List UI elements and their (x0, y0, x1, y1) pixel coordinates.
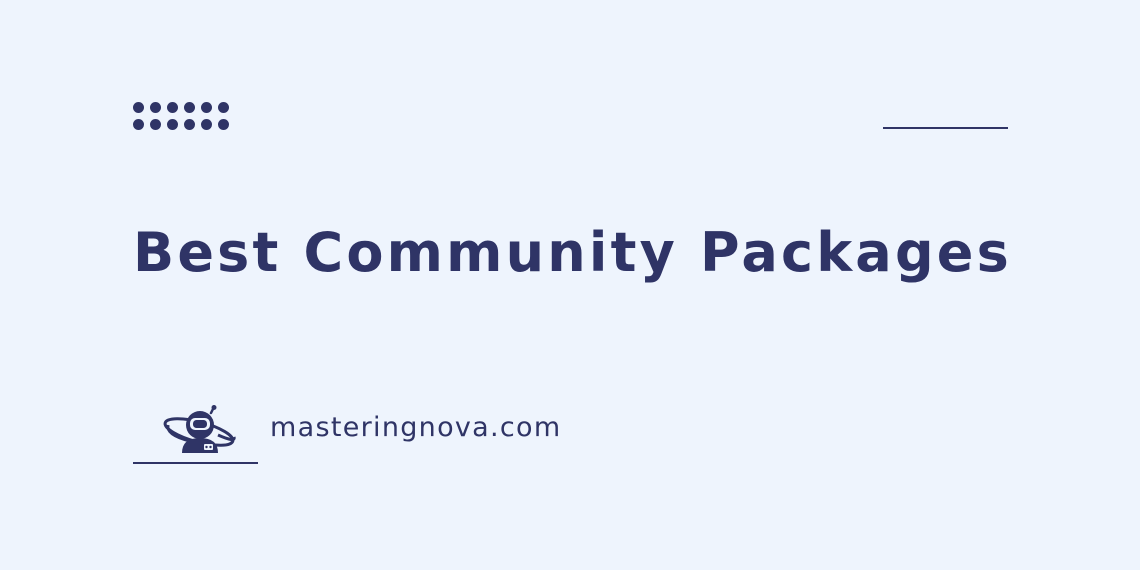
top-right-rule (883, 127, 1008, 129)
decoration-dot (150, 102, 161, 113)
site-url: masteringnova.com (270, 412, 562, 443)
decoration-dot (218, 119, 229, 130)
decoration-dot (184, 102, 195, 113)
decoration-dot (133, 119, 144, 130)
decoration-dot (184, 119, 195, 130)
page-title: Best Community Packages (133, 221, 1012, 284)
decoration-dot (201, 102, 212, 113)
decoration-dot (133, 102, 144, 113)
decoration-dot (150, 119, 161, 130)
decoration-dot (201, 119, 212, 130)
astronaut-planet-icon (163, 405, 236, 453)
bottom-left-rule (133, 462, 258, 464)
decoration-dot (167, 102, 178, 113)
decoration-dot (167, 119, 178, 130)
dot-grid-decoration (133, 102, 233, 132)
decoration-dot (218, 102, 229, 113)
